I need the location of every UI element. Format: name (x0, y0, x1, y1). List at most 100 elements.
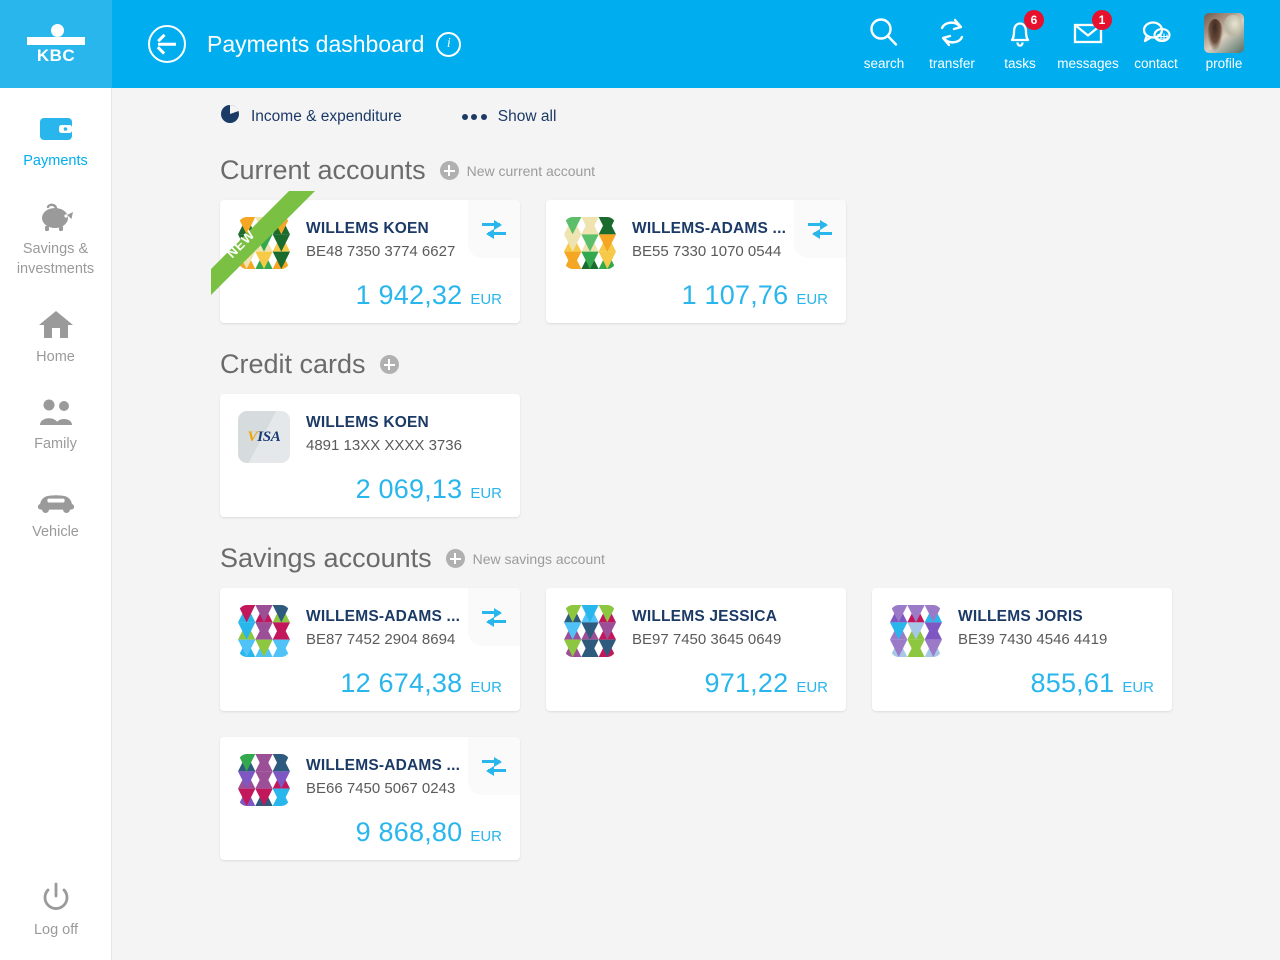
chat-bubble-icon (1138, 12, 1174, 54)
transfer-icon (935, 12, 969, 54)
app-header: KBC Payments dashboard i search transfer… (0, 0, 1280, 88)
house-icon (36, 306, 76, 340)
balance-currency: EUR (1122, 679, 1154, 696)
section-title: Savings accounts (220, 543, 432, 573)
transfer-account-button[interactable] (468, 737, 520, 795)
transfer-account-button[interactable] (794, 200, 846, 258)
account-holder-name: WILLEMS KOEN (306, 414, 429, 431)
header-action-label: contact (1134, 56, 1178, 71)
account-card[interactable]: WILLEMS-ADAMS ... BE55 7330 1070 0544 1 … (546, 200, 846, 323)
account-number: BE55 7330 1070 0544 (632, 243, 782, 260)
transfer-arrows-icon (482, 219, 506, 239)
balance-amount: 971,22 (704, 668, 789, 698)
header-action-tasks[interactable]: 6 tasks (986, 10, 1054, 71)
account-avatar-mosaic (564, 605, 616, 657)
account-card[interactable]: WILLEMS KOEN BE48 7350 3774 6627 1 942,3… (211, 191, 520, 323)
plus-circle-icon[interactable] (445, 549, 465, 568)
account-card[interactable]: WILLEMS JESSICA BE97 7450 3645 0649 971,… (546, 588, 846, 711)
payments-dashboard-app: KBC Payments dashboard i search transfer… (0, 0, 1280, 960)
account-number: BE97 7450 3645 0649 (632, 631, 782, 648)
account-number: BE48 7350 3774 6627 (306, 243, 456, 260)
account-balance: 2 069,13 EUR (356, 474, 502, 505)
header-action-transfer[interactable]: transfer (918, 12, 986, 71)
balance-amount: 855,61 (1030, 668, 1115, 698)
account-sections: Current accounts New current account WIL… (112, 155, 1280, 860)
account-avatar-mosaic (238, 217, 290, 269)
main-content: Income & expenditure Show all Current ac… (112, 88, 1280, 960)
sidebar-item-payments[interactable]: Payments (0, 88, 111, 172)
account-number: BE39 7430 4546 4419 (958, 631, 1108, 648)
section-header: Credit cards (112, 349, 1280, 380)
account-card[interactable]: WILLEMS-ADAMS ... BE66 7450 5067 0243 9 … (220, 737, 520, 860)
sidebar-item-vehicle[interactable]: Vehicle (0, 455, 111, 543)
header-action-search[interactable]: search (850, 12, 918, 71)
balance-amount: 1 107,76 (681, 280, 789, 310)
account-balance: 971,22 EUR (705, 668, 828, 699)
account-avatar-mosaic (238, 754, 290, 806)
sidebar-item-home[interactable]: Home (0, 280, 111, 368)
section-header: Current accounts New current account (112, 155, 1280, 186)
pie-chart-icon (220, 104, 240, 129)
account-card[interactable]: VISA WILLEMS KOEN 4891 13XX XXXX 3736 2 … (220, 394, 520, 517)
transfer-arrows-icon (808, 219, 832, 239)
header-action-messages[interactable]: 1 messages (1054, 10, 1122, 71)
plus-circle-icon[interactable] (379, 355, 399, 374)
sidebar: Payments Savings & investments Home Fami… (0, 88, 112, 960)
header-action-profile[interactable]: profile (1190, 12, 1258, 71)
section-title: Current accounts (220, 155, 426, 185)
account-card-grid: WILLEMS-ADAMS ... BE87 7452 2904 8694 12… (112, 588, 1280, 860)
section-add-label[interactable]: New savings account (473, 551, 605, 567)
balance-currency: EUR (796, 679, 828, 696)
income-expenditure-label: Income & expenditure (251, 107, 402, 125)
transfer-account-button[interactable] (468, 200, 520, 258)
sidebar-item-savings-investments[interactable]: Savings & investments (0, 172, 111, 280)
account-number: BE66 7450 5067 0243 (306, 780, 456, 797)
account-card-grid: WILLEMS KOEN BE48 7350 3774 6627 1 942,3… (112, 191, 1280, 323)
sidebar-item-family[interactable]: Family (0, 367, 111, 455)
balance-amount: 9 868,80 (355, 817, 463, 847)
balance-amount: 12 674,38 (340, 668, 463, 698)
balance-currency: EUR (470, 485, 502, 502)
show-all-button[interactable]: Show all (461, 107, 557, 126)
sidebar-item-logoff[interactable]: Log off (0, 882, 112, 938)
account-card[interactable]: WILLEMS-ADAMS ... BE87 7452 2904 8694 12… (220, 588, 520, 711)
kbc-logo-bar (27, 37, 85, 45)
header-action-label: search (863, 56, 905, 71)
back-arrow-circle-icon[interactable] (148, 25, 186, 63)
account-avatar-mosaic (564, 217, 616, 269)
transfer-arrows-icon (482, 756, 506, 776)
transfer-account-button[interactable] (468, 588, 520, 646)
piggy-bank-icon (36, 198, 76, 232)
account-balance: 855,61 EUR (1031, 668, 1154, 699)
sidebar-item-label: Payments (23, 153, 88, 169)
power-icon (36, 882, 76, 916)
account-avatar-mosaic (890, 605, 942, 657)
header-action-contact[interactable]: contact (1122, 12, 1190, 71)
account-holder-name: WILLEMS KOEN (306, 220, 429, 237)
kbc-logo[interactable]: KBC (0, 0, 112, 88)
balance-amount: 2 069,13 (355, 474, 463, 504)
kbc-logo-text: KBC (36, 46, 76, 65)
account-avatar-mosaic (238, 605, 290, 657)
account-balance: 1 107,76 EUR (682, 280, 828, 311)
account-balance: 1 942,32 EUR (356, 280, 502, 311)
account-card[interactable]: WILLEMS JORIS BE39 7430 4546 4419 855,61… (872, 588, 1172, 711)
section-add-label[interactable]: New current account (467, 163, 595, 179)
income-expenditure-button[interactable]: Income & expenditure (220, 104, 402, 129)
transfer-arrows-icon (482, 607, 506, 627)
header-action-label: messages (1057, 56, 1119, 71)
balance-amount: 1 942,32 (355, 280, 463, 310)
sidebar-item-label: Vehicle (32, 523, 79, 540)
sidebar-item-label: Log off (33, 922, 79, 938)
info-icon[interactable]: i (436, 31, 462, 57)
dashboard-toolbar: Income & expenditure Show all (112, 88, 1280, 129)
plus-circle-icon[interactable] (439, 161, 459, 180)
ellipsis-icon (461, 113, 487, 120)
account-balance: 12 674,38 EUR (340, 668, 502, 699)
header-action-label: transfer (929, 56, 975, 71)
kbc-logo-dot (51, 24, 64, 37)
section-title: Credit cards (220, 349, 366, 379)
show-all-label: Show all (497, 107, 557, 125)
search-icon (867, 12, 901, 54)
balance-currency: EUR (470, 828, 502, 845)
